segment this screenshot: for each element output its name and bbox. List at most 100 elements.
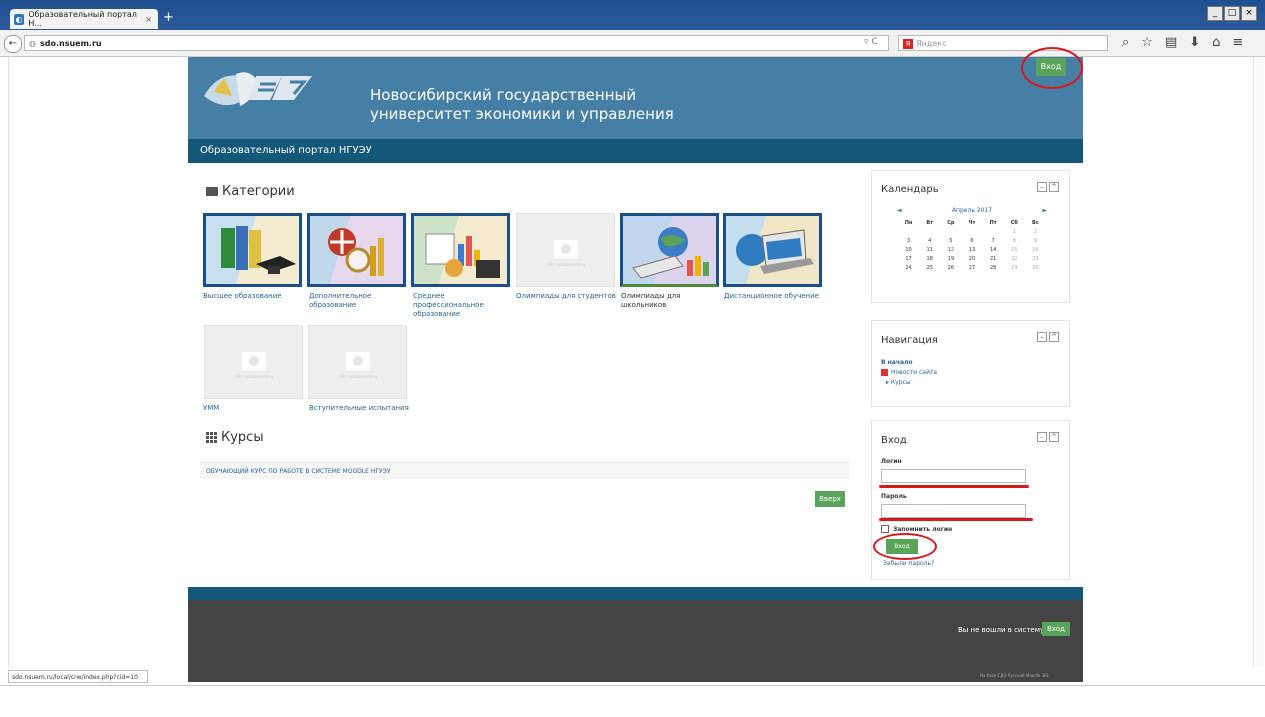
- collapse-icon[interactable]: –: [1037, 432, 1047, 442]
- category-tile-secondary-professional[interactable]: [411, 213, 510, 287]
- reload-button[interactable]: C: [871, 37, 877, 47]
- collapse-icon[interactable]: –: [1037, 182, 1047, 192]
- calendar-grid: Пн Вт Ср Чт Пт Сб Вс 1 2 3 4 5 6 7 8 9 1…: [898, 218, 1046, 272]
- remember-checkbox[interactable]: [881, 525, 889, 533]
- login-title: Вход: [881, 435, 907, 446]
- category-label[interactable]: УММ: [203, 404, 303, 413]
- address-tools: ▿ C: [864, 37, 878, 47]
- category-tile-school-olympiads[interactable]: [620, 213, 719, 287]
- maximize-button[interactable]: □: [1224, 6, 1240, 21]
- camera-placeholder-icon: [554, 240, 578, 258]
- calendar-day: 8: [1012, 237, 1016, 244]
- dock-icon[interactable]: ^: [1049, 432, 1059, 442]
- footer-login-button[interactable]: Вход: [1042, 622, 1070, 636]
- calendar-day: 18: [926, 255, 933, 262]
- navigation-block: Навигация – ^ В начало Новости сайта ▸ Ку…: [871, 320, 1070, 407]
- course-list-item[interactable]: ОБУЧАЮЩИЙ КУРС ПО РАБОТЕ В СИСТЕМЕ MOODL…: [200, 462, 849, 479]
- calendar-day: 3: [906, 237, 911, 244]
- weekday: Пт: [989, 219, 997, 226]
- calendar-day: 22: [1011, 255, 1018, 262]
- annotation-underline-password: [879, 518, 1033, 521]
- scroll-up-button[interactable]: Вверх: [815, 491, 845, 507]
- dock-icon[interactable]: ^: [1049, 332, 1059, 342]
- forgot-password-link[interactable]: Забыли пароль?: [883, 560, 934, 567]
- calendar-day: 16: [1032, 246, 1039, 253]
- category-tile-student-olympiads[interactable]: Нет изображения: [516, 213, 615, 287]
- collapse-icon[interactable]: –: [1037, 332, 1047, 342]
- remember-login[interactable]: Запомнить логин: [881, 525, 952, 533]
- calendar-day: [983, 227, 1004, 236]
- dropdown-arrow-icon[interactable]: ▿: [864, 37, 869, 47]
- category-label[interactable]: Олимпиады для студентов: [516, 292, 616, 301]
- calendar-day: 10: [905, 246, 912, 253]
- calendar-day: 26: [947, 264, 955, 271]
- category-tile-entrance-exams[interactable]: Нет изображения: [308, 325, 407, 399]
- category-list-icon: [206, 187, 218, 196]
- course-link[interactable]: ОБУЧАЮЩИЙ КУРС ПО РАБОТЕ В СИСТЕМЕ MOODL…: [206, 468, 391, 475]
- prev-month-icon[interactable]: ◄: [897, 207, 902, 214]
- categories-heading-text: Категории: [222, 184, 295, 199]
- calendar-month[interactable]: Апрель 2017: [952, 207, 992, 214]
- calendar-day: 21: [989, 255, 997, 262]
- calendar-day: [919, 227, 940, 236]
- category-label[interactable]: Дополнительное образование: [309, 292, 409, 310]
- search-icon[interactable]: ⌕: [1122, 35, 1129, 50]
- news-icon: [881, 369, 888, 376]
- browser-tab[interactable]: ◐ Образовательный портал Н... ×: [10, 9, 158, 29]
- calendar-day-today[interactable]: 12: [940, 245, 961, 254]
- nav-news-link[interactable]: Новости сайта: [881, 368, 937, 378]
- category-label[interactable]: Дистанционное обучение: [724, 292, 824, 301]
- footer-login-status: Вы не вошли в систему: [958, 626, 1045, 634]
- next-month-icon[interactable]: ►: [1042, 207, 1047, 214]
- footer-top-bar: [188, 587, 1083, 600]
- home-icon[interactable]: ⌂: [1212, 35, 1220, 50]
- nav-home-link[interactable]: В начало: [881, 358, 937, 368]
- footer-credit[interactable]: На базе СДО Русский Moodle 3KL: [980, 673, 1049, 678]
- bookmarks-list-icon[interactable]: ▤: [1165, 35, 1177, 50]
- calendar-day: 17: [905, 255, 912, 262]
- camera-placeholder-icon: [346, 352, 370, 370]
- university-name: Новосибирский государственный университе…: [370, 86, 674, 124]
- close-window-button[interactable]: ×: [1241, 6, 1257, 21]
- calendar-day: 1: [1012, 228, 1016, 235]
- category-tile-additional-education[interactable]: [307, 213, 406, 287]
- category-label[interactable]: Высшее образование: [203, 292, 303, 301]
- nav-news-label: Новости сайта: [891, 369, 938, 376]
- browser-titlebar: [0, 0, 1265, 30]
- category-tile-umm[interactable]: Нет изображения: [204, 325, 303, 399]
- username-field[interactable]: [881, 469, 1026, 483]
- category-label[interactable]: Олимпиады для школьников: [621, 292, 721, 310]
- nav-courses-link[interactable]: ▸ Курсы: [881, 378, 937, 388]
- calendar-day: 6: [970, 237, 974, 244]
- annotation-circle-login-submit: [873, 533, 937, 560]
- category-label[interactable]: Вступительные испытания: [309, 404, 429, 413]
- vertical-scrollbar[interactable]: [1253, 57, 1264, 667]
- bookmark-star-icon[interactable]: ☆: [1141, 35, 1153, 50]
- calendar-day: 25: [926, 264, 933, 271]
- minimize-button[interactable]: _: [1207, 6, 1223, 21]
- tab-title: Образовательный портал Н...: [28, 10, 137, 28]
- portal-title[interactable]: Образовательный портал НГУЭУ: [200, 145, 372, 156]
- category-tile-distance-learning[interactable]: [723, 213, 822, 287]
- block-controls: – ^: [1037, 332, 1059, 342]
- calendar-day: 20: [968, 255, 976, 262]
- category-tile-higher-education[interactable]: [203, 213, 302, 287]
- download-icon[interactable]: ⬇: [1189, 35, 1200, 50]
- annotation-circle-header-login: [1021, 47, 1083, 89]
- weekday: Ср: [947, 219, 955, 226]
- dock-icon[interactable]: ^: [1049, 182, 1059, 192]
- back-button[interactable]: ←: [4, 35, 22, 53]
- menu-icon[interactable]: ≡: [1232, 35, 1243, 50]
- university-name-line1: Новосибирский государственный: [370, 86, 637, 104]
- password-field[interactable]: [881, 504, 1026, 518]
- courses-heading-text: Курсы: [221, 430, 264, 445]
- address-bar[interactable]: ◍ sdo.nsuem.ru: [24, 35, 889, 51]
- search-bar[interactable]: Я Яндекс: [898, 35, 1108, 51]
- new-tab-button[interactable]: +: [163, 10, 174, 25]
- category-label[interactable]: Среднее профессиональное образование: [413, 292, 513, 319]
- calendar-day: 19: [947, 255, 955, 262]
- tab-close-icon[interactable]: ×: [145, 15, 152, 24]
- calendar-day: 15: [1011, 246, 1018, 253]
- weekday: Сб: [1010, 219, 1018, 226]
- calendar-day: 30: [1032, 264, 1039, 271]
